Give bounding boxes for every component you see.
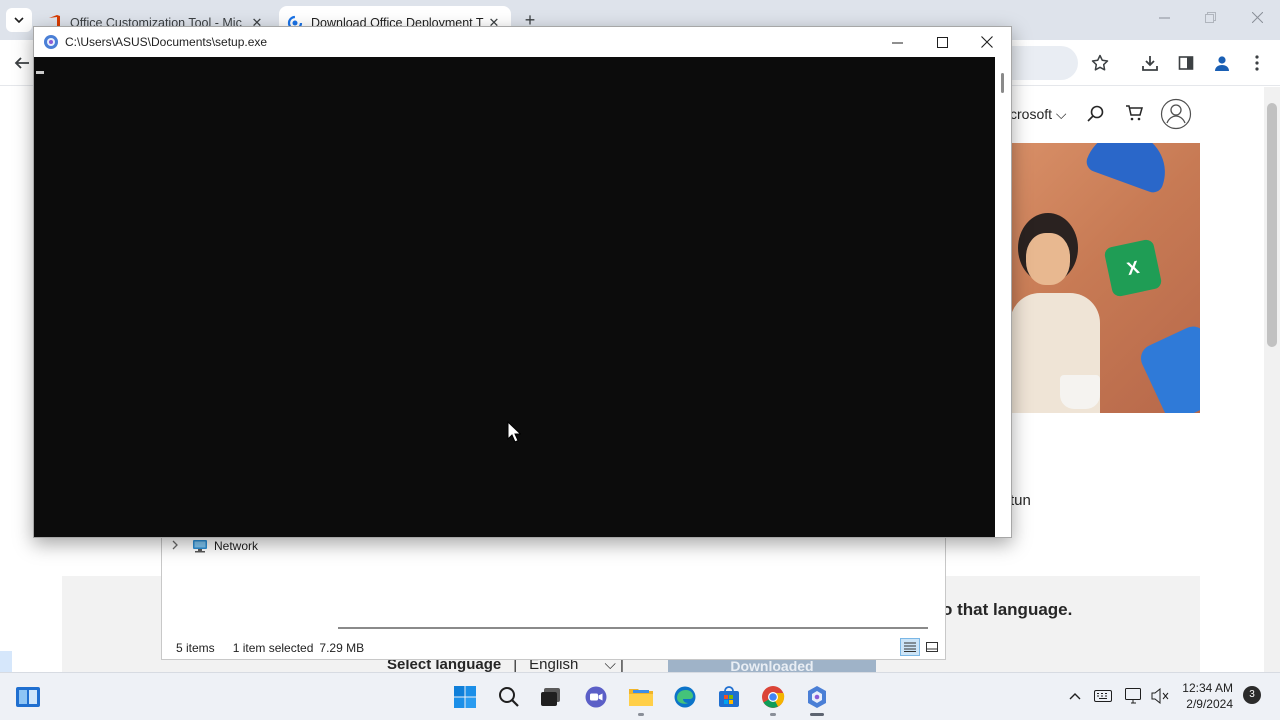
file-explorer-window: Network 5 items 1 item selected 7.29 MB (161, 534, 946, 660)
console-window: C:\Users\ASUS\Documents\setup.exe (33, 26, 1012, 538)
status-bar: 5 items 1 item selected 7.29 MB (176, 641, 382, 655)
network-icon (192, 539, 208, 553)
page-edge-highlight (0, 651, 12, 672)
more-menu-icon[interactable] (1245, 51, 1269, 75)
console-title: C:\Users\ASUS\Documents\setup.exe (65, 35, 268, 49)
horizontal-scrollbar[interactable] (338, 627, 928, 629)
running-indicator (638, 713, 644, 716)
chevron-up-icon[interactable] (1065, 686, 1085, 706)
console-scrollbar[interactable] (995, 57, 1011, 537)
edge-icon[interactable] (669, 681, 701, 713)
speaker-muted-icon[interactable] (1150, 686, 1170, 706)
download-icon[interactable] (1138, 51, 1162, 75)
start-button-icon[interactable] (449, 681, 481, 713)
tiles-view-icon[interactable] (922, 638, 942, 656)
selection-count: 1 item selected (232, 641, 314, 655)
back-arrow-icon[interactable] (10, 51, 34, 75)
system-clock[interactable]: 12:34 AM 2/9/2024 (1177, 680, 1233, 712)
side-panel-icon[interactable] (1174, 51, 1198, 75)
text-cursor (36, 71, 44, 74)
clock-date: 2/9/2024 (1186, 697, 1233, 711)
console-titlebar[interactable]: C:\Users\ASUS\Documents\setup.exe (34, 27, 1011, 57)
network-label: Network (214, 539, 259, 553)
monitor-network-icon[interactable] (1124, 686, 1144, 706)
account-icon[interactable] (1160, 98, 1192, 130)
bookmark-star-icon[interactable] (1088, 51, 1112, 75)
details-view-icon[interactable] (900, 638, 920, 656)
active-indicator (810, 713, 824, 716)
running-indicator (770, 713, 776, 716)
console-output[interactable] (34, 57, 995, 537)
console-maximize-icon[interactable] (920, 31, 964, 53)
clock-time: 12:34 AM (1182, 681, 1233, 695)
restore-icon[interactable] (1195, 10, 1225, 26)
file-explorer-icon[interactable] (625, 681, 657, 716)
notification-badge[interactable]: 3 (1243, 686, 1261, 704)
all-microsoft-menu[interactable]: crosoft ⌵ (1010, 106, 1067, 122)
language-section-heading: o that language. (942, 600, 1073, 619)
task-view-icon[interactable] (535, 681, 567, 713)
decorative-shape (1136, 321, 1200, 413)
keyboard-icon[interactable] (1093, 686, 1113, 706)
page-body-text: tun (1010, 492, 1031, 509)
setup-app-icon (43, 34, 59, 50)
decorative-shape (1060, 375, 1100, 409)
item-count: 5 items (176, 641, 215, 655)
search-icon[interactable] (1084, 102, 1108, 126)
setup-taskbar-icon[interactable] (801, 681, 833, 716)
chrome-icon[interactable] (757, 681, 789, 716)
nav-pane-network[interactable]: Network (172, 539, 258, 553)
teams-chat-icon[interactable] (580, 681, 612, 713)
decorative-shape (1083, 143, 1177, 196)
downloaded-button[interactable]: Downloaded (668, 658, 876, 672)
hero-image: X (1010, 143, 1200, 413)
taskbar (0, 672, 1280, 720)
chevron-down-icon (14, 17, 24, 23)
microsoft-nav: crosoft ⌵ (1010, 106, 1067, 123)
chevron-right-icon[interactable] (172, 540, 186, 553)
search-icon[interactable] (493, 681, 525, 713)
mouse-pointer-icon (507, 420, 522, 443)
console-minimize-icon[interactable] (875, 31, 919, 53)
widgets-icon[interactable] (12, 681, 44, 713)
minimize-icon[interactable] (1149, 10, 1179, 26)
decorative-shape (1026, 233, 1070, 285)
excel-logo-icon: X (1103, 238, 1163, 298)
tab-search-button[interactable] (6, 8, 32, 32)
console-close-icon[interactable] (965, 31, 1009, 53)
page-scrollbar[interactable] (1264, 87, 1280, 672)
cart-icon[interactable] (1122, 101, 1146, 125)
selection-size: 7.29 MB (319, 641, 365, 655)
close-window-icon[interactable] (1242, 10, 1272, 26)
profile-icon[interactable] (1210, 51, 1234, 75)
page-scrollbar-thumb[interactable] (1267, 103, 1277, 347)
console-scrollbar-thumb[interactable] (1001, 73, 1004, 93)
store-icon[interactable] (713, 681, 745, 713)
